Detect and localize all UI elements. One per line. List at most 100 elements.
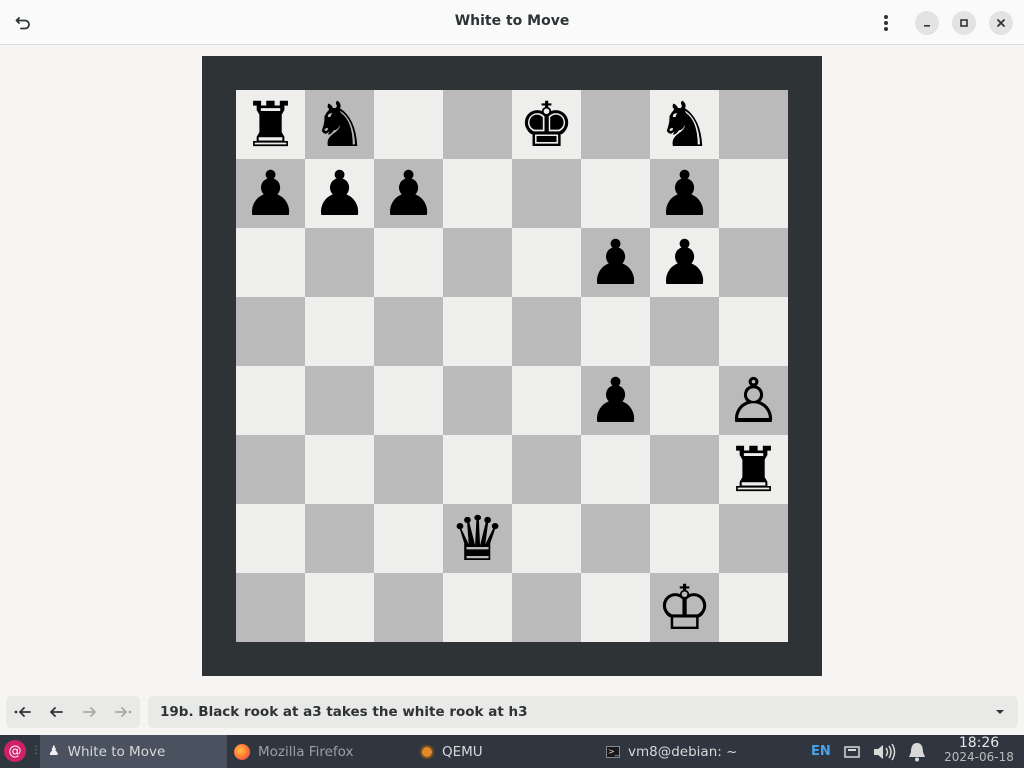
previous-move-button[interactable]	[40, 696, 74, 728]
square-h6[interactable]	[719, 228, 788, 297]
clock[interactable]: 18:26 2024-06-18	[940, 736, 1018, 764]
square-h8[interactable]	[719, 90, 788, 159]
square-b4[interactable]	[305, 366, 374, 435]
chess-board[interactable]: ♜ ♞ ♚ ♞ ♟ ♟ ♟ ♟ ♟ ♟ ♟ ♙ ♜ ♛ ♔	[236, 90, 788, 642]
square-d3[interactable]	[443, 435, 512, 504]
close-button[interactable]	[989, 11, 1013, 35]
square-e8[interactable]: ♚	[512, 90, 581, 159]
square-h1[interactable]	[719, 573, 788, 642]
square-c8[interactable]	[374, 90, 443, 159]
black-pawn-c7[interactable]: ♟	[381, 159, 437, 228]
square-g6[interactable]: ♟	[650, 228, 719, 297]
square-g3[interactable]	[650, 435, 719, 504]
desktop-pager-icon[interactable]: ⋮	[31, 745, 41, 758]
next-move-button[interactable]	[73, 696, 107, 728]
square-b5[interactable]	[305, 297, 374, 366]
square-b8[interactable]: ♞	[305, 90, 374, 159]
task-white-to-move[interactable]: ♟ White to Move	[40, 735, 227, 768]
square-e6[interactable]	[512, 228, 581, 297]
notifications-indicator[interactable]	[906, 735, 928, 768]
black-queen-d2[interactable]: ♛	[450, 504, 506, 573]
square-e4[interactable]	[512, 366, 581, 435]
square-d4[interactable]	[443, 366, 512, 435]
last-move-button[interactable]	[107, 696, 141, 728]
white-king-g1[interactable]: ♔	[657, 573, 713, 642]
square-b6[interactable]	[305, 228, 374, 297]
black-pawn-a7[interactable]: ♟	[243, 159, 299, 228]
square-h5[interactable]	[719, 297, 788, 366]
square-g4[interactable]	[650, 366, 719, 435]
square-f3[interactable]	[581, 435, 650, 504]
square-g8[interactable]: ♞	[650, 90, 719, 159]
move-history-dropdown[interactable]: 19b. Black rook at a3 takes the white ro…	[148, 696, 1018, 728]
black-rook-a8[interactable]: ♜	[243, 90, 299, 159]
first-move-button[interactable]	[6, 696, 40, 728]
square-e5[interactable]	[512, 297, 581, 366]
square-d6[interactable]	[443, 228, 512, 297]
square-h4[interactable]: ♙	[719, 366, 788, 435]
black-pawn-b7[interactable]: ♟	[312, 159, 368, 228]
square-e7[interactable]	[512, 159, 581, 228]
square-f6[interactable]: ♟	[581, 228, 650, 297]
square-a3[interactable]	[236, 435, 305, 504]
square-b7[interactable]: ♟	[305, 159, 374, 228]
square-a4[interactable]	[236, 366, 305, 435]
square-g1[interactable]: ♔	[650, 573, 719, 642]
square-b1[interactable]	[305, 573, 374, 642]
black-knight-g8[interactable]: ♞	[657, 90, 713, 159]
task-terminal[interactable]: >_ vm8@debian: ~	[598, 735, 788, 768]
square-c6[interactable]	[374, 228, 443, 297]
square-e2[interactable]	[512, 504, 581, 573]
square-d7[interactable]	[443, 159, 512, 228]
square-c2[interactable]	[374, 504, 443, 573]
square-g5[interactable]	[650, 297, 719, 366]
square-a8[interactable]: ♜	[236, 90, 305, 159]
square-g7[interactable]: ♟	[650, 159, 719, 228]
square-b2[interactable]	[305, 504, 374, 573]
black-pawn-f4[interactable]: ♟	[588, 366, 644, 435]
network-indicator[interactable]	[844, 735, 860, 768]
debian-menu-button[interactable]: @	[4, 740, 26, 762]
black-king-e8[interactable]: ♚	[519, 90, 575, 159]
square-f1[interactable]	[581, 573, 650, 642]
white-pawn-h4[interactable]: ♙	[726, 366, 782, 435]
square-a5[interactable]	[236, 297, 305, 366]
square-d2[interactable]: ♛	[443, 504, 512, 573]
square-a1[interactable]	[236, 573, 305, 642]
square-c3[interactable]	[374, 435, 443, 504]
black-pawn-g7[interactable]: ♟	[657, 159, 713, 228]
square-b3[interactable]	[305, 435, 374, 504]
black-pawn-f6[interactable]: ♟	[588, 228, 644, 297]
square-h3[interactable]: ♜	[719, 435, 788, 504]
black-pawn-g6[interactable]: ♟	[657, 228, 713, 297]
square-e3[interactable]	[512, 435, 581, 504]
minimize-button[interactable]	[915, 11, 939, 35]
square-a7[interactable]: ♟	[236, 159, 305, 228]
square-d8[interactable]	[443, 90, 512, 159]
keyboard-layout-indicator[interactable]: EN	[811, 735, 831, 768]
maximize-button[interactable]	[952, 11, 976, 35]
volume-indicator[interactable]	[872, 735, 898, 768]
square-a2[interactable]	[236, 504, 305, 573]
square-f4[interactable]: ♟	[581, 366, 650, 435]
square-c5[interactable]	[374, 297, 443, 366]
square-c7[interactable]: ♟	[374, 159, 443, 228]
black-knight-b8[interactable]: ♞	[312, 90, 368, 159]
task-qemu[interactable]: QEMU	[412, 735, 592, 768]
square-f2[interactable]	[581, 504, 650, 573]
square-d5[interactable]	[443, 297, 512, 366]
square-d1[interactable]	[443, 573, 512, 642]
square-g2[interactable]	[650, 504, 719, 573]
square-c1[interactable]	[374, 573, 443, 642]
black-rook-h3[interactable]: ♜	[726, 435, 782, 504]
square-f5[interactable]	[581, 297, 650, 366]
main-menu-button[interactable]	[872, 9, 900, 37]
square-c4[interactable]	[374, 366, 443, 435]
square-f8[interactable]	[581, 90, 650, 159]
task-firefox[interactable]: Mozilla Firefox	[226, 735, 406, 768]
square-e1[interactable]	[512, 573, 581, 642]
square-h2[interactable]	[719, 504, 788, 573]
square-a6[interactable]	[236, 228, 305, 297]
square-f7[interactable]	[581, 159, 650, 228]
square-h7[interactable]	[719, 159, 788, 228]
